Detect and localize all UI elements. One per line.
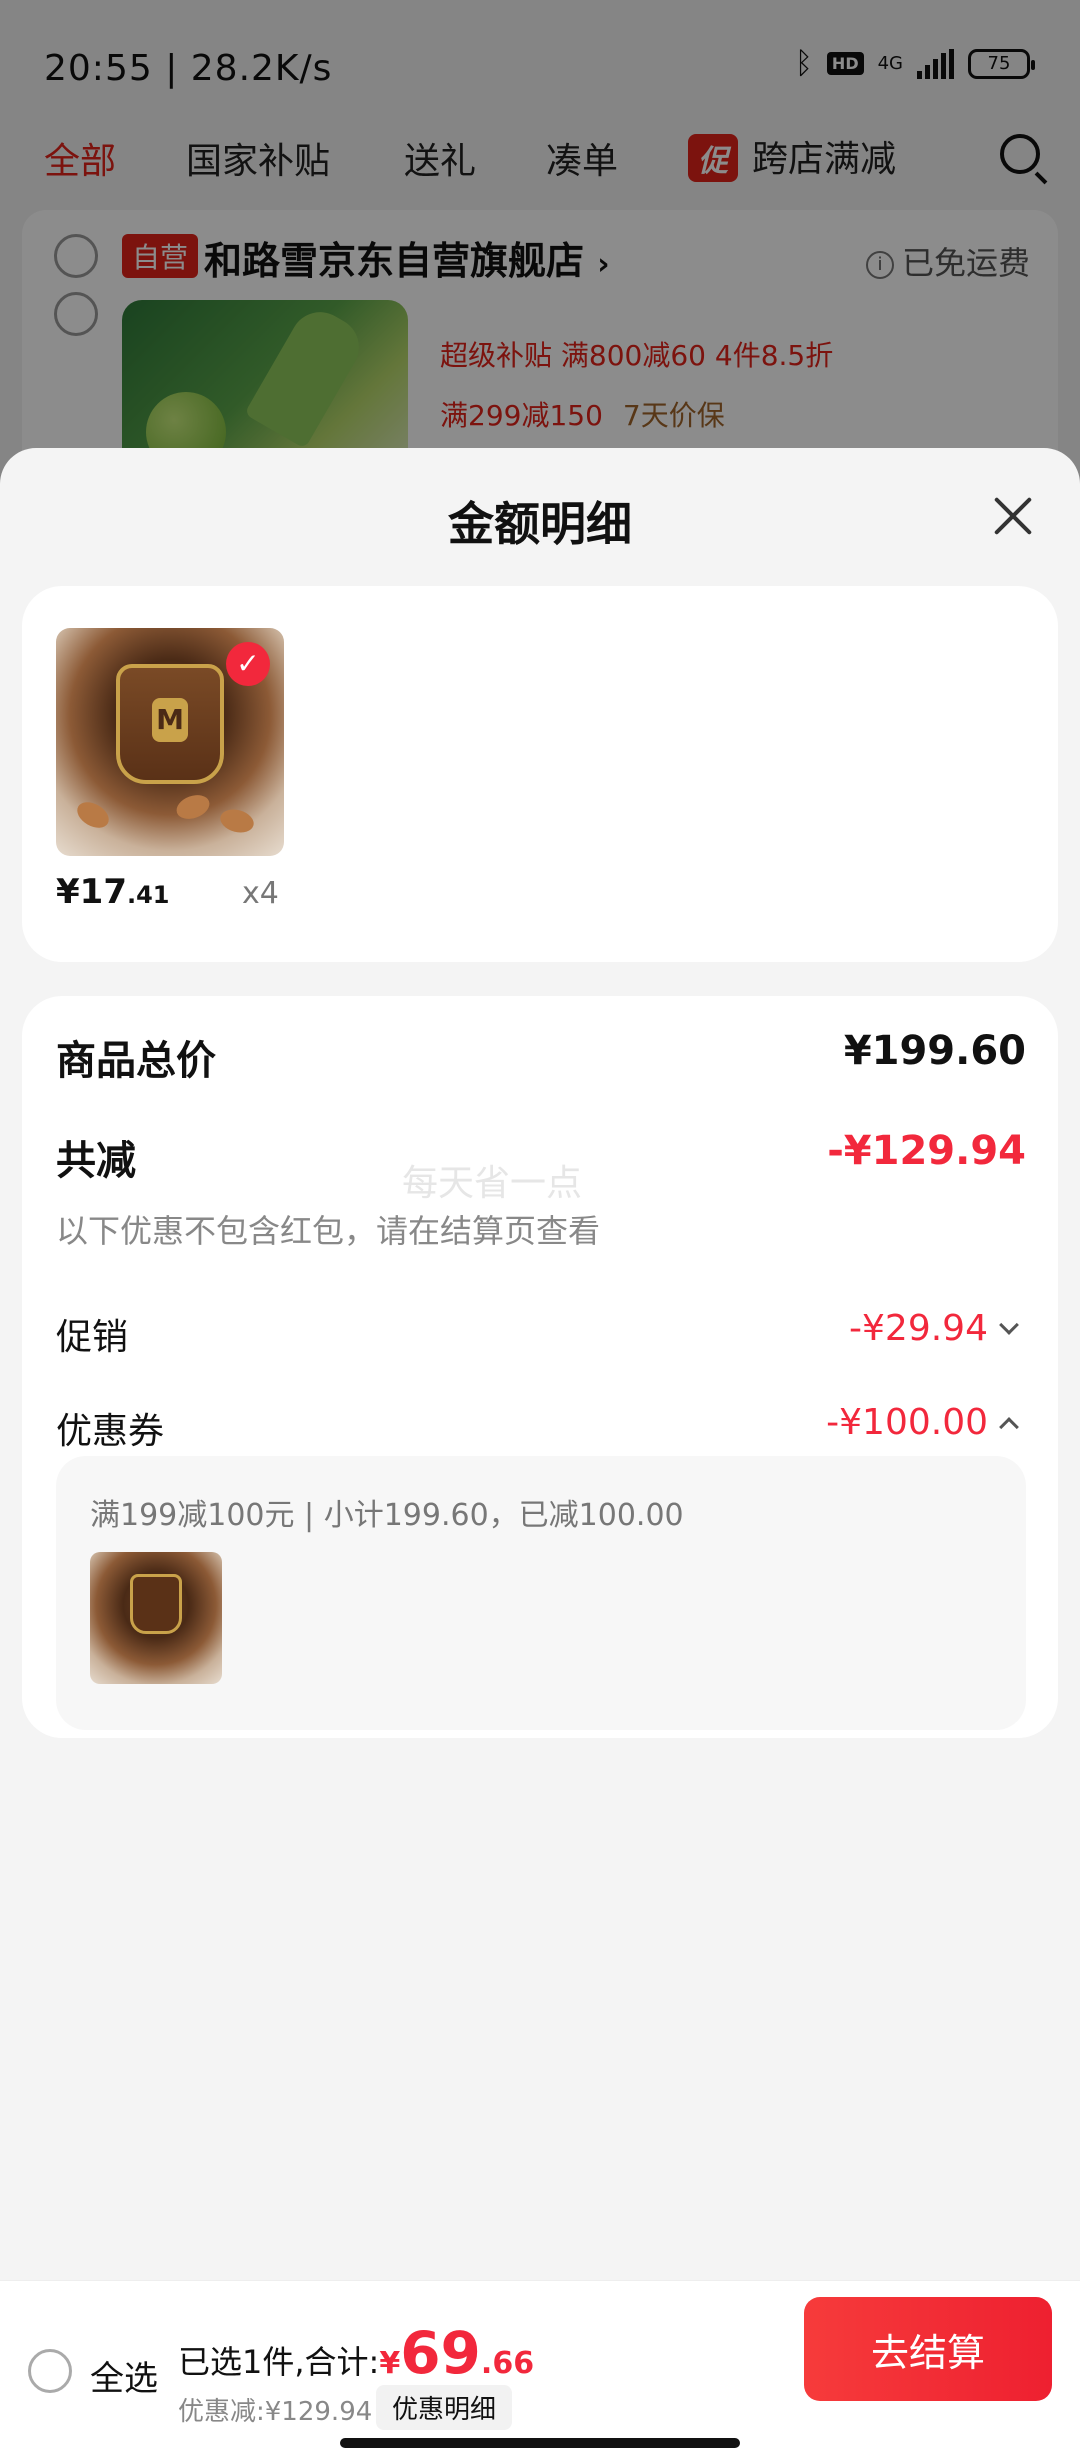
chevron-up-icon [999, 1417, 1019, 1437]
discount-summary: 优惠减:¥129.94 [178, 2397, 373, 2427]
selected-items-card: M ✓ ¥17.41 x4 [22, 586, 1058, 962]
promotion-label: 促销 [56, 1317, 129, 1358]
total-price-value: ¥199.60 [843, 1028, 1026, 1074]
select-all-radio[interactable] [28, 2349, 72, 2393]
price-summary-card: 商品总价 ¥199.60 共减 每天省一点 -¥129.94 以下优惠不包含红包… [22, 996, 1058, 1738]
item-price-dec: .41 [126, 881, 170, 909]
chevron-down-icon [999, 1315, 1019, 1335]
select-all-label[interactable]: 全选 [90, 2351, 158, 2400]
total-amount-int: 69 [400, 2319, 481, 2387]
sheet-title: 金额明细 [448, 497, 632, 551]
total-summary: 已选1件,合计:¥69.66 [178, 2319, 534, 2387]
total-currency: ¥ [379, 2346, 401, 2381]
selected-count-text: 已选1件,合计: [178, 2343, 380, 2381]
close-icon[interactable] [984, 488, 1040, 544]
coupon-label: 优惠券 [56, 1411, 165, 1452]
watermark-text: 每天省一点 [402, 1163, 583, 1204]
checkout-bar: 全选 已选1件,合计:¥69.66 优惠减:¥129.94 优惠明细 去结算 [0, 2280, 1080, 2460]
total-amount-dec: .66 [480, 2346, 535, 2381]
red-packet-note: 以下优惠不包含红包，请在结算页查看 [56, 1212, 601, 1250]
amount-detail-sheet: 金额明细 M ✓ ¥17.41 x4 商品总价 ¥199.60 共减 每天省一点… [0, 448, 1080, 2460]
coupon-value: -¥100.00 [826, 1402, 988, 1443]
discount-detail-button[interactable]: 优惠明细 [376, 2385, 513, 2430]
coupon-detail-text: 满199减100元 | 小计199.60，已减100.00 [90, 1498, 684, 1533]
total-reduce-label: 共减 [56, 1138, 136, 1184]
promotion-value: -¥29.94 [849, 1308, 988, 1349]
home-indicator[interactable] [340, 2438, 740, 2448]
checkmark-icon: ✓ [226, 642, 270, 686]
product-thumbnail[interactable]: M ✓ [56, 628, 284, 856]
coupon-detail-box: 满199减100元 | 小计199.60，已减100.00 [56, 1456, 1026, 1730]
coupon-row-toggle[interactable]: -¥100.00 [826, 1402, 1019, 1443]
item-price-int: ¥17 [56, 872, 127, 912]
item-price: ¥17.41 [56, 872, 170, 912]
item-quantity: x4 [242, 876, 279, 911]
checkout-button[interactable]: 去结算 [804, 2297, 1052, 2401]
total-price-label: 商品总价 [56, 1038, 216, 1084]
total-reduce-value: -¥129.94 [827, 1128, 1026, 1174]
coupon-product-thumbnail [90, 1552, 222, 1684]
promotion-row-toggle[interactable]: -¥29.94 [849, 1308, 1019, 1349]
